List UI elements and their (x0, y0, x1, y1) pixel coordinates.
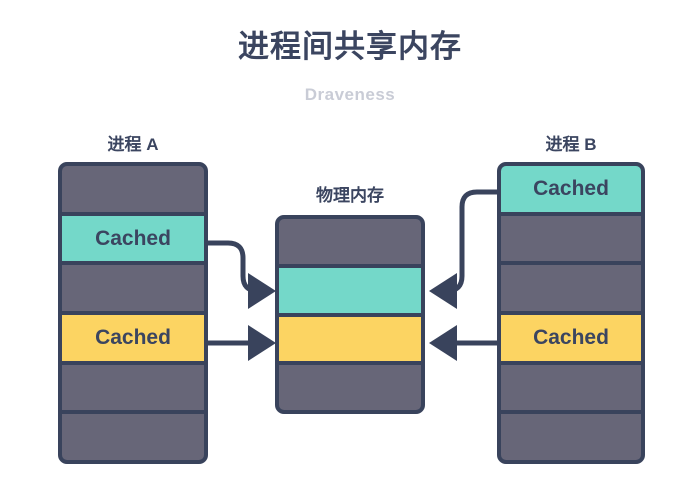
memory-cell (279, 267, 421, 317)
process-b-column: Cached Cached (497, 162, 645, 464)
diagram-canvas: 进程间共享内存 Draveness 进程 A Cached Cached 物理内… (0, 0, 700, 500)
memory-cell (501, 265, 641, 316)
memory-cell (62, 364, 204, 415)
connector-a-yellow (208, 325, 276, 361)
memory-cell-label: Cached (533, 326, 609, 350)
process-a-label: 进程 A (107, 135, 159, 154)
process-a-column: Cached Cached (58, 162, 208, 464)
memory-cell (279, 219, 421, 268)
memory-cell (62, 414, 204, 460)
memory-cell (279, 365, 421, 410)
memory-cell (279, 316, 421, 366)
connector-b-yellow (429, 325, 497, 361)
physical-memory-column (275, 215, 425, 414)
connector-b-teal (429, 189, 497, 309)
memory-cell (501, 414, 641, 460)
memory-cell: Cached (501, 166, 641, 216)
physical-memory-label: 物理内存 (316, 186, 384, 205)
page-title: 进程间共享内存 (238, 29, 462, 64)
page-subtitle: Draveness (304, 85, 396, 104)
connector-a-teal (208, 240, 276, 309)
memory-cell (62, 265, 204, 316)
memory-cell (62, 166, 204, 216)
memory-cell-label: Cached (95, 227, 171, 250)
memory-cell-label: Cached (533, 177, 609, 201)
process-b-label: 进程 B (545, 135, 597, 154)
memory-cell: Cached (62, 315, 204, 365)
memory-cell: Cached (62, 215, 204, 266)
memory-cell: Cached (501, 315, 641, 365)
memory-cell (501, 364, 641, 415)
memory-cell (501, 215, 641, 266)
memory-cell-label: Cached (95, 326, 171, 350)
